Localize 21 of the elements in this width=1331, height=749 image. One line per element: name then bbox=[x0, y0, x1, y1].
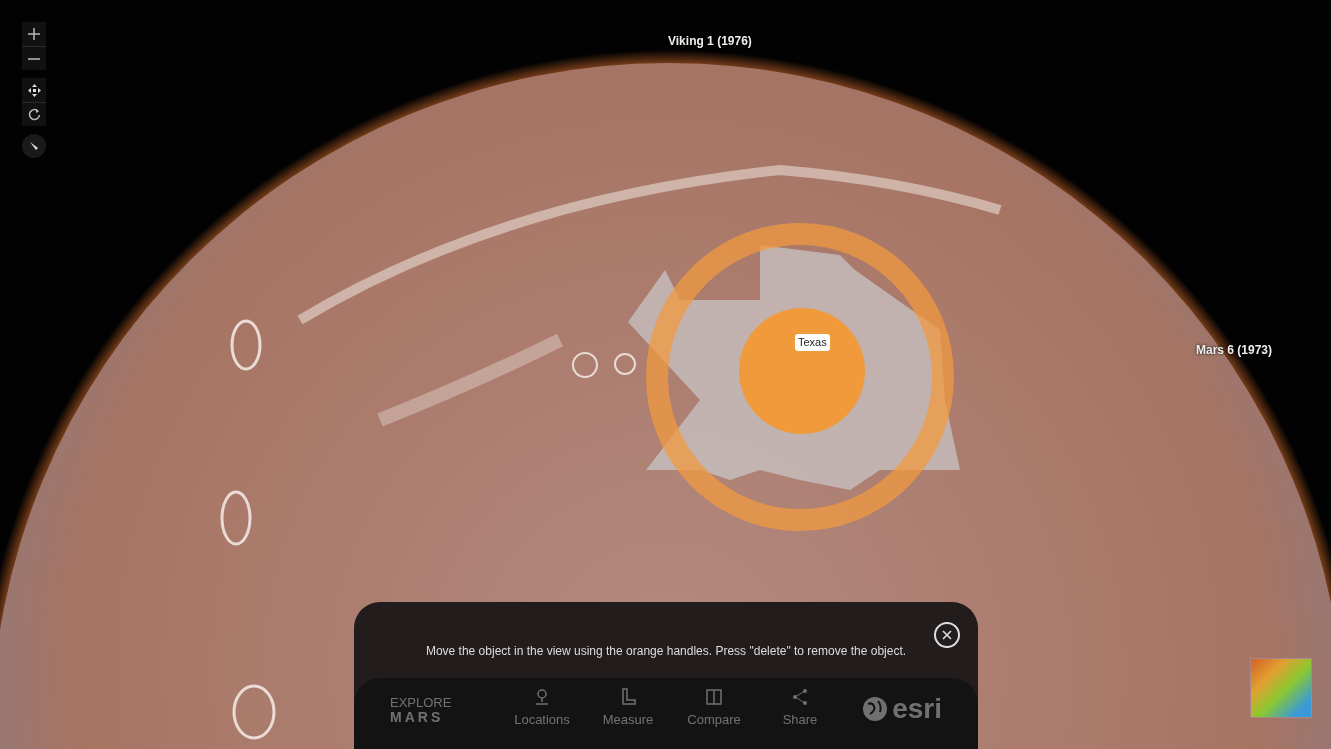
brand-title: EXPLORE bbox=[390, 696, 453, 709]
map-label: Viking 1 (1976) bbox=[668, 33, 752, 50]
close-icon[interactable] bbox=[934, 622, 960, 648]
elevation-map-thumbnail[interactable] bbox=[1250, 658, 1312, 718]
ruler-icon bbox=[619, 688, 637, 706]
compass-icon[interactable] bbox=[22, 134, 46, 158]
globe-icon bbox=[862, 696, 889, 722]
logo-text: esri bbox=[892, 692, 942, 726]
rotate-handle[interactable] bbox=[646, 223, 954, 531]
compare-icon bbox=[705, 688, 723, 706]
toolbar-button[interactable]: Measure bbox=[586, 688, 670, 730]
map-label: Mars 6 (1973) bbox=[1196, 342, 1273, 359]
object-label: Texas bbox=[795, 334, 830, 351]
toolbar-button[interactable]: Locations bbox=[500, 688, 584, 730]
toolbar-button[interactable]: Share bbox=[758, 688, 842, 730]
share-icon bbox=[791, 688, 809, 706]
toolbar-button[interactable]: Compare bbox=[672, 688, 756, 730]
move-handle[interactable] bbox=[739, 308, 865, 434]
instruction-text: Move the object in the view using the orange handles. Press "delete" to remove the object. bbox=[424, 643, 908, 660]
pin-icon bbox=[533, 688, 551, 706]
brand-title: MARS bbox=[390, 709, 445, 726]
